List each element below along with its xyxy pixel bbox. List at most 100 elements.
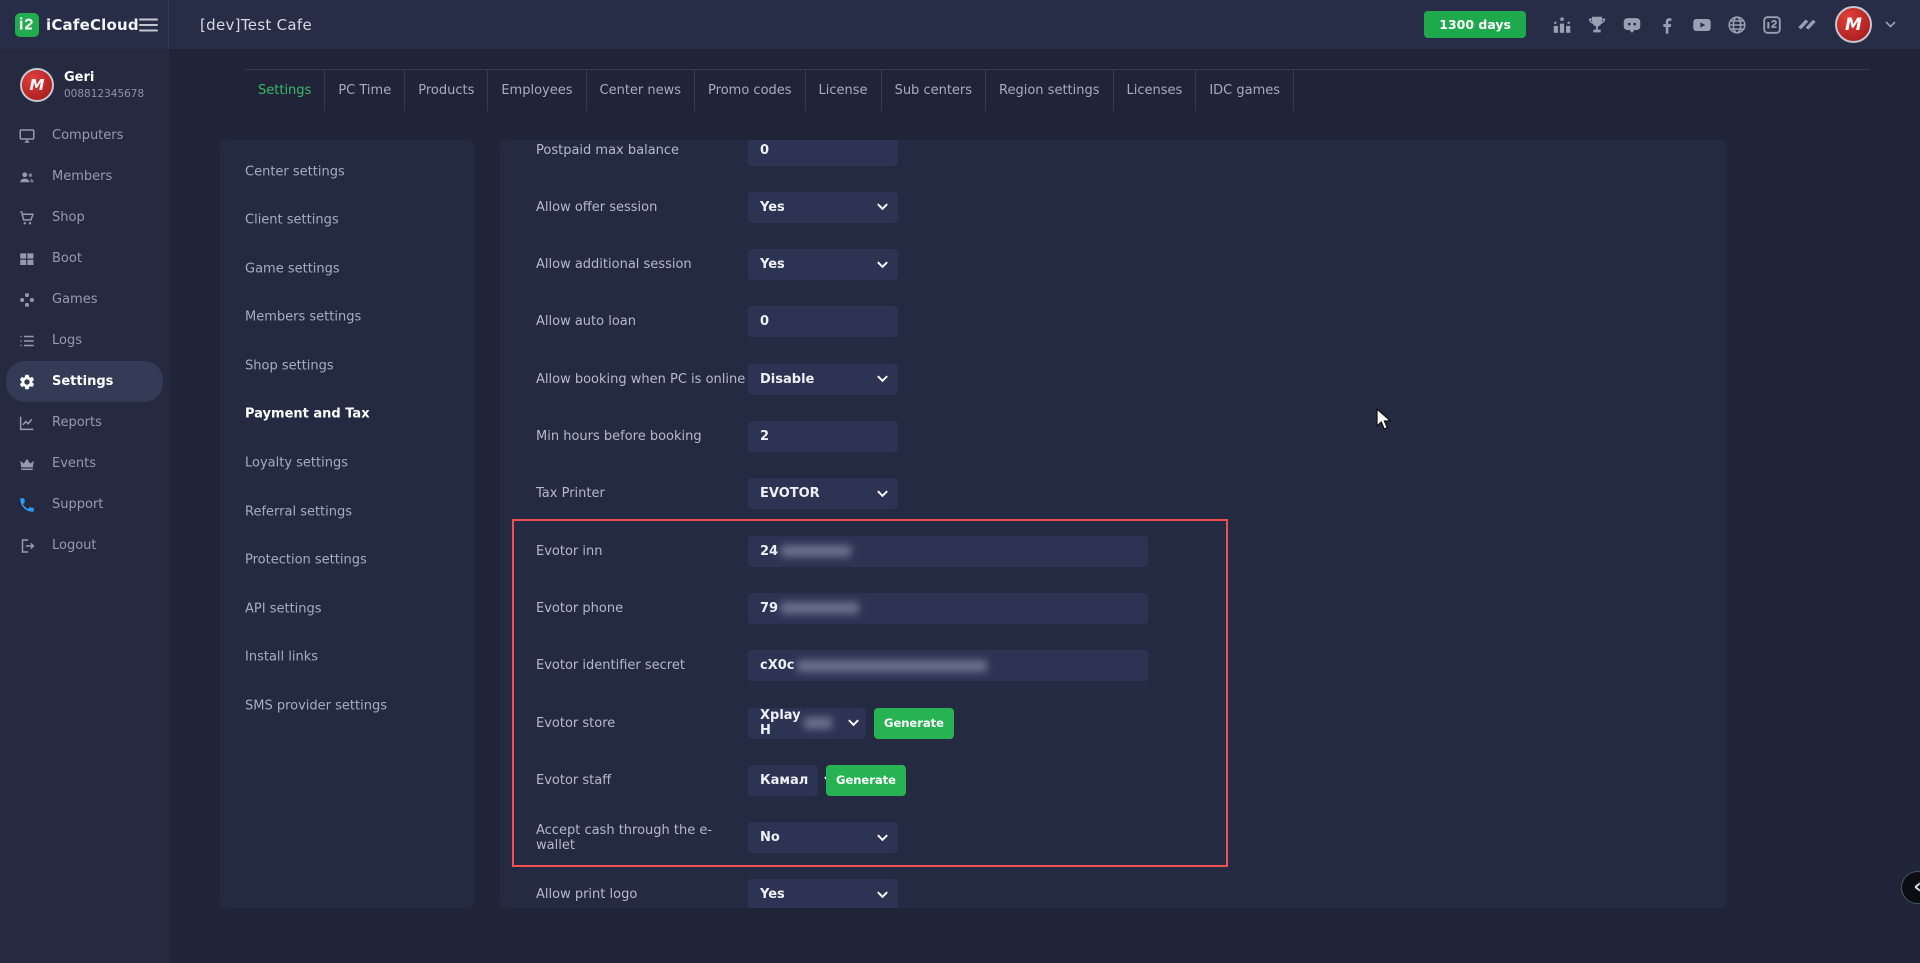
select-tax-printer[interactable]: EVOTOR [748,478,898,509]
sidebar-item-boot[interactable]: Boot [0,238,169,279]
select-evotor-staff[interactable]: Камал [748,765,818,796]
form-row-evotor-store: Evotor storeXplay HGenerate [536,707,1711,739]
layers-icon[interactable] [1796,14,1818,36]
tab-sub-centers[interactable]: Sub centers [882,70,986,111]
form-row-allow-booking-when-pc-is-online: Allow booking when PC is onlineDisable [536,363,1711,395]
input-min-hours-before-booking[interactable]: 2 [748,421,898,452]
sidebar-item-label: Shop [52,210,85,225]
sidebar-item-support[interactable]: Support [0,484,169,525]
settings-nav-referral-settings[interactable]: Referral settings [245,504,352,519]
cart-icon [18,209,36,227]
select-allow-offer-session[interactable]: Yes [748,192,898,223]
input-evotor-identifier-secret[interactable]: cX0c [748,650,1148,681]
tab-licenses[interactable]: Licenses [1114,70,1197,111]
tab-region-settings[interactable]: Region settings [986,70,1113,111]
user-avatar[interactable]: M [1835,6,1872,43]
settings-nav-game-settings[interactable]: Game settings [245,261,340,276]
app-logo-icon [15,13,39,37]
facebook-icon[interactable] [1656,14,1678,36]
phone-icon [18,496,36,514]
select-evotor-store[interactable]: Xplay H [748,708,866,739]
settings-nav-center-settings[interactable]: Center settings [245,164,345,179]
tab-settings[interactable]: Settings [245,70,325,111]
tab-license[interactable]: License [806,70,882,111]
menu-toggle-icon[interactable] [139,18,158,32]
tab-idc-games[interactable]: IDC games [1196,70,1294,111]
highlight-rectangle [512,519,1228,867]
ranking-icon[interactable] [1551,14,1573,36]
settings-nav-protection-settings[interactable]: Protection settings [245,553,367,568]
globe-icon[interactable] [1726,14,1748,36]
settings-nav-shop-settings[interactable]: Shop settings [245,358,334,373]
select-allow-additional-session[interactable]: Yes [748,249,898,280]
list-icon [18,332,36,350]
generate-button[interactable]: Generate [874,708,954,739]
settings-nav-payment-and-tax[interactable]: Payment and Tax [245,407,370,422]
settings-nav-client-settings[interactable]: Client settings [245,213,339,228]
settings-nav-install-links[interactable]: Install links [245,650,318,665]
sidebar-item-computers[interactable]: Computers [0,115,169,156]
sidebar-item-label: Events [52,456,96,471]
input-postpaid-max-balance[interactable]: 0 [748,140,898,166]
topbar-actions: 1300 days M [1424,6,1920,43]
sidebar-user-profile[interactable]: M Geri 008812345678 [20,68,144,102]
field-label: Evotor inn [536,544,748,559]
trophy-icon[interactable] [1586,14,1608,36]
select-accept-cash-through-the-e-wallet[interactable]: No [748,822,898,853]
input-allow-auto-loan[interactable]: 0 [748,306,898,337]
sidebar: M Geri 008812345678 Computers Members Shop… [0,49,169,963]
sidebar-item-members[interactable]: Members [0,156,169,197]
discord-icon[interactable] [1621,14,1643,36]
topbar: iCafeCloud [dev]Test Cafe 1300 days M [0,0,1920,49]
generate-button[interactable]: Generate [826,765,906,796]
tab-center-news[interactable]: Center news [587,70,696,111]
input-evotor-inn[interactable]: 24 [748,536,1148,567]
sidebar-item-label: Computers [52,128,123,143]
input-evotor-phone[interactable]: 79 [748,593,1148,624]
form-row-tax-printer: Tax PrinterEVOTOR [536,478,1711,510]
settings-nav-loyalty-settings[interactable]: Loyalty settings [245,456,348,471]
sidebar-user-avatar: M [20,68,54,102]
select-allow-print-logo[interactable]: Yes [748,879,898,908]
sidebar-item-logs[interactable]: Logs [0,320,169,361]
sidebar-item-settings[interactable]: Settings [6,361,163,402]
gear-icon [18,373,36,391]
days-badge[interactable]: 1300 days [1424,11,1526,38]
chevron-down-icon[interactable] [1885,21,1896,28]
field-label: Evotor phone [536,601,748,616]
form-row-evotor-inn: Evotor inn24 [536,535,1711,567]
field-label: Allow offer session [536,200,748,215]
field-label: Evotor staff [536,773,748,788]
tab-pc-time[interactable]: PC Time [325,70,405,111]
tab-promo-codes[interactable]: Promo codes [695,70,806,111]
form-row-allow-auto-loan: Allow auto loan0 [536,306,1711,338]
field-value: 79 [760,601,778,616]
user-id: 008812345678 [64,88,144,100]
chevron-down-icon [832,719,859,727]
settings-nav-api-settings[interactable]: API settings [245,601,322,616]
settings-form-panel: Postpaid max balance0Allow offer session… [500,140,1727,908]
form-row-allow-offer-session: Allow offer sessionYes [536,191,1711,223]
sidebar-item-games[interactable]: Games [0,279,169,320]
sidebar-item-shop[interactable]: Shop [0,197,169,238]
gamepad-icon [18,291,36,309]
sidebar-item-logout[interactable]: Logout [0,525,169,566]
app-logo[interactable]: iCafeCloud [15,13,139,37]
icafecloud-icon[interactable] [1761,14,1783,36]
sidebar-item-events[interactable]: Events [0,443,169,484]
settings-nav-members-settings[interactable]: Members settings [245,310,361,325]
sidebar-item-label: Settings [52,374,113,389]
select-allow-booking-when-pc-is-online[interactable]: Disable [748,364,898,395]
main-content: SettingsPC TimeProductsEmployeesCenter n… [169,49,1920,963]
sidebar-item-label: Logout [52,538,97,553]
field-value: Yes [760,257,785,272]
field-value: cX0c [760,658,794,673]
sidebar-item-reports[interactable]: Reports [0,402,169,443]
avatar-letter: M [30,76,45,94]
sidebar-item-label: Games [52,292,97,307]
tab-products[interactable]: Products [405,70,488,111]
tab-employees[interactable]: Employees [488,70,586,111]
youtube-icon[interactable] [1691,14,1713,36]
chevron-down-icon [861,891,888,899]
settings-nav-sms-provider-settings[interactable]: SMS provider settings [245,698,387,713]
